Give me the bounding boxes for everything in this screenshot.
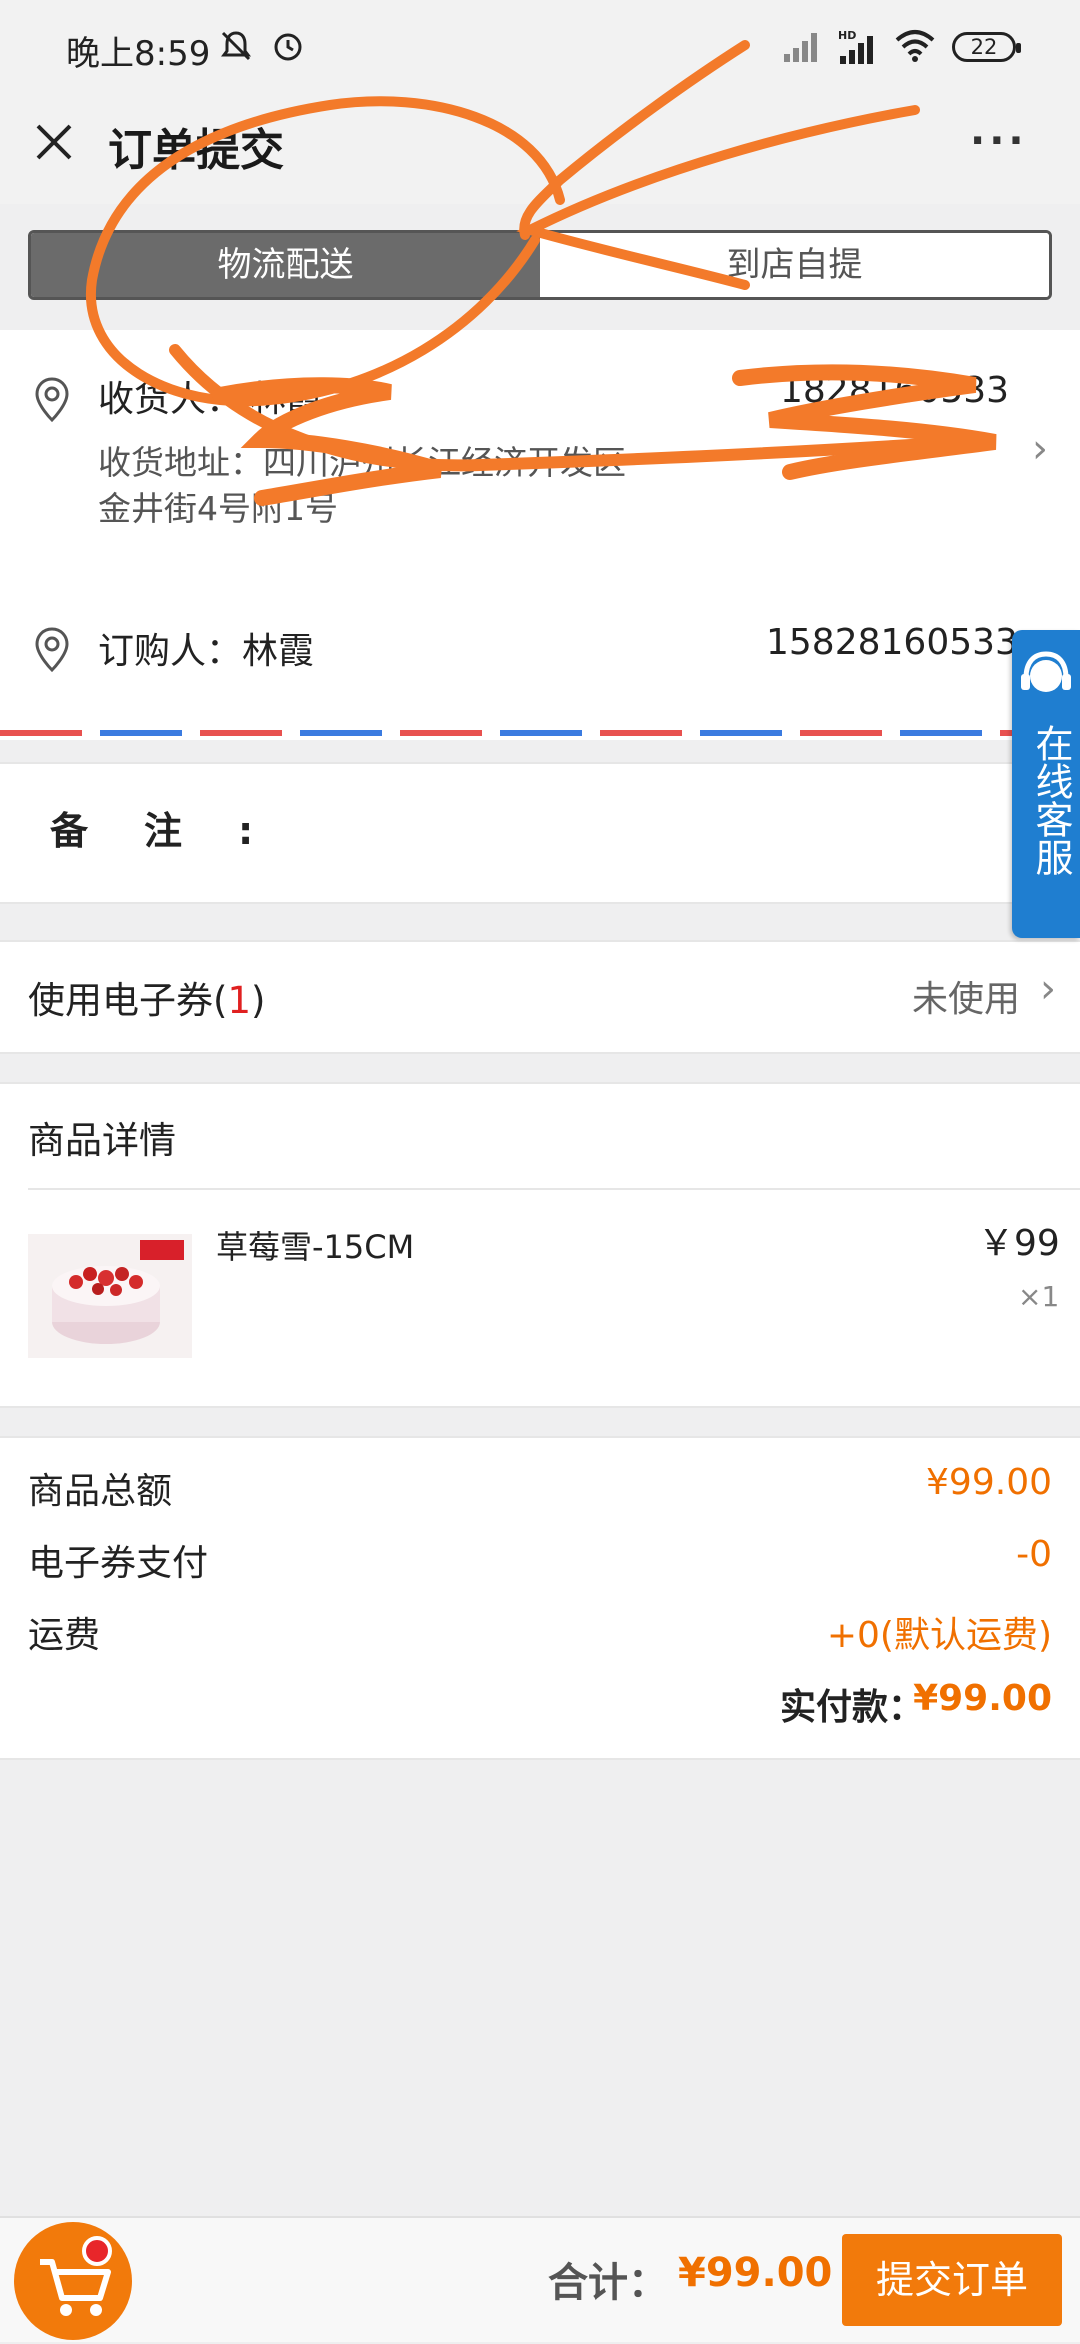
chevron-right-icon[interactable]: › [1032, 426, 1048, 472]
coupon-payment-value: -0 [1016, 1534, 1052, 1575]
buyer-label: 订购人：林霞 [98, 622, 314, 674]
buyer-label-text: 订购人： [98, 631, 243, 672]
consignee-phone: 1828160533 [780, 370, 1010, 411]
coupon-label: 使用电子券(1) [28, 970, 265, 1024]
close-icon[interactable] [30, 118, 78, 166]
shipping-label: 运费 [28, 1615, 101, 1656]
airmail-border-divider [0, 730, 1080, 736]
address-line-2: 金井街4号附1号 [98, 489, 338, 528]
cart-badge [82, 2236, 112, 2266]
svg-text:HD: HD [838, 29, 856, 42]
submit-order-button[interactable]: 提交订单 [842, 2234, 1062, 2326]
product-image-strawberry-cake[interactable] [28, 1234, 192, 1358]
address-label: 收货地址： [98, 443, 263, 482]
divider [28, 1188, 1080, 1190]
consignee-label: 收货人： [98, 379, 243, 420]
buyer-phone: 15828160533 [766, 622, 1018, 663]
alarm-icon [274, 33, 302, 61]
address-text: 四川泸州长江经济开发区 [263, 443, 626, 482]
total-value: ¥99.00 [678, 2250, 833, 2296]
amount-paid-label: 实付款： [780, 1687, 925, 1728]
chevron-right-icon[interactable]: › [1040, 966, 1056, 1012]
online-service-label: 在线客服 [1029, 724, 1073, 876]
hd-signal-icon: HD [838, 29, 873, 64]
shopping-cart-icon [40, 2259, 111, 2316]
subtotal-label: 商品总额 [28, 1471, 173, 1512]
coupon-payment-label: 电子券支付 [28, 1543, 209, 1584]
amount-paid-value: ¥99.00 [913, 1678, 1052, 1719]
cart-button[interactable] [14, 2222, 132, 2340]
coupon-label-end: ) [250, 979, 266, 1022]
product-name: 草莓雪-15CM [216, 1228, 415, 1266]
buyer-name: 林霞 [242, 631, 315, 672]
address-line-1: 收货地址：四川泸州长江经济开发区 [98, 436, 626, 484]
more-menu-button[interactable]: ··· [970, 118, 1028, 164]
headset-icon [1021, 651, 1071, 692]
subtotal-value: ¥99.00 [926, 1462, 1052, 1503]
signal-icon [784, 33, 817, 62]
shipping-value: +0(默认运费) [826, 1615, 1052, 1656]
product-quantity: ×1 [1018, 1280, 1060, 1313]
consignee-name: 林霞 [250, 379, 323, 420]
location-pin-icon [35, 377, 69, 423]
battery-icon: 22 [952, 32, 1021, 62]
tab-logistics-delivery[interactable]: 物流配送 [31, 233, 540, 297]
status-time: 晚上8:59 [66, 34, 211, 74]
total-label: 合计： [548, 2260, 668, 2306]
coupon-status: 未使用 [912, 979, 1021, 1020]
product-detail-title: 商品详情 [28, 1119, 176, 1162]
delivery-method-tabs: 物流配送 到店自提 [28, 230, 1052, 300]
wifi-icon [895, 30, 935, 62]
coupon-count: 1 [227, 979, 251, 1022]
tab-store-pickup[interactable]: 到店自提 [540, 233, 1049, 297]
product-price: ￥99 [978, 1223, 1060, 1264]
location-pin-icon [35, 627, 69, 673]
coupon-label-text: 使用电子券( [28, 979, 228, 1022]
mute-icon [221, 31, 251, 61]
remark-label: 备注: [50, 809, 310, 853]
page-title: 订单提交 [108, 125, 284, 176]
